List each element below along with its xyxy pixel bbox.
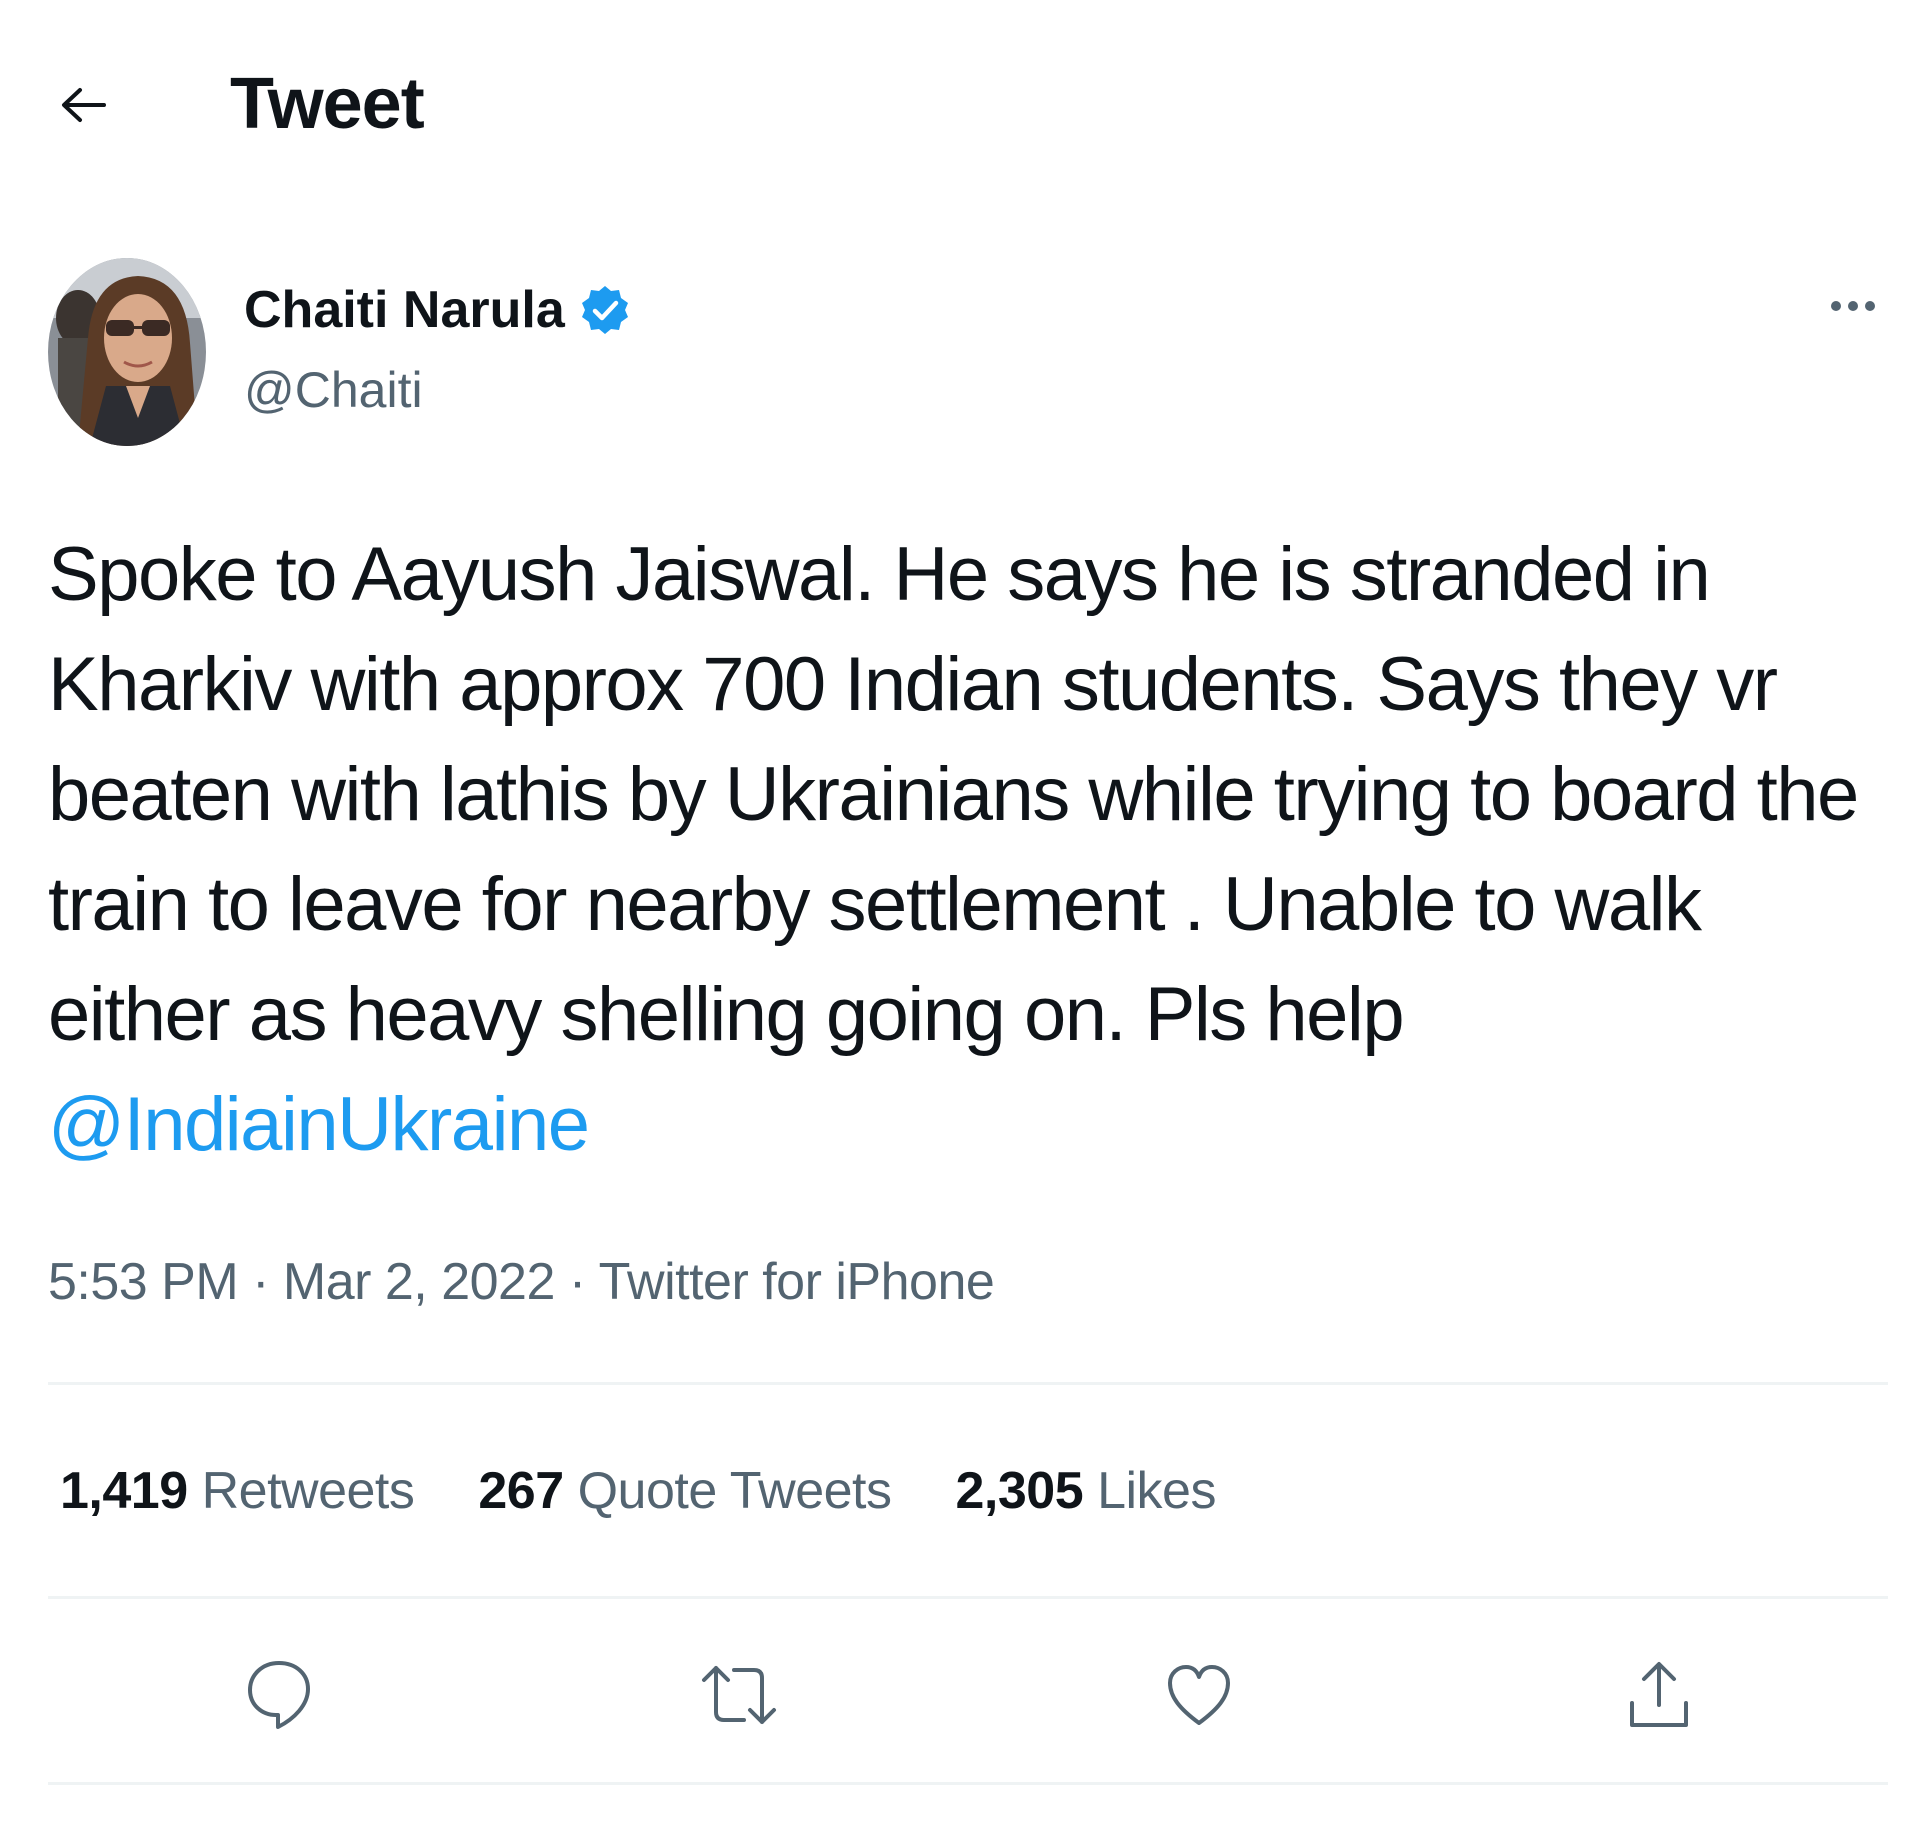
retweets-stat[interactable]: 1,419 Retweets <box>60 1456 415 1526</box>
reply-icon <box>248 1661 310 1729</box>
tweet-date[interactable]: Mar 2, 2022 <box>283 1253 556 1311</box>
likes-label: Likes <box>1097 1462 1216 1520</box>
divider <box>48 1382 1888 1385</box>
author-name-row: Chaiti Narula <box>244 280 631 340</box>
verified-badge-icon <box>581 286 628 334</box>
meta-separator: · <box>238 1253 283 1311</box>
tweet-actions <box>48 1640 1888 1750</box>
retweets-count: 1,419 <box>60 1462 188 1520</box>
tweet-text: Spoke to Aayush Jaiswal. He says he is s… <box>48 520 1868 1180</box>
tweet-time[interactable]: 5:53 PM <box>48 1253 239 1311</box>
quote-tweets-stat[interactable]: 267 Quote Tweets <box>478 1456 892 1526</box>
retweet-button[interactable] <box>684 1640 794 1750</box>
divider <box>48 1596 1888 1599</box>
retweets-label: Retweets <box>201 1462 415 1520</box>
quotes-label: Quote Tweets <box>577 1462 892 1520</box>
arrow-left-icon <box>62 88 106 122</box>
author-handle[interactable]: @Chaiti <box>244 360 423 420</box>
divider <box>48 1782 1888 1785</box>
likes-stat[interactable]: 2,305 Likes <box>955 1456 1216 1526</box>
quotes-count: 267 <box>478 1462 564 1520</box>
back-button[interactable] <box>48 70 118 140</box>
tweet-header: Tweet <box>0 0 1920 200</box>
more-options-button[interactable] <box>1818 286 1888 326</box>
retweet-icon <box>702 1666 776 1724</box>
more-dots-icon <box>1831 301 1875 311</box>
reply-button[interactable] <box>224 1640 334 1750</box>
like-icon <box>1168 1665 1230 1725</box>
display-name[interactable]: Chaiti Narula <box>244 280 565 340</box>
likes-count: 2,305 <box>955 1462 1084 1520</box>
tweet-stats: 1,419 Retweets 267 Quote Tweets 2,305 Li… <box>60 1456 1280 1526</box>
tweet-body: Spoke to Aayush Jaiswal. He says he is s… <box>48 532 1859 1057</box>
tweet-author: Chaiti Narula @Chaiti <box>48 258 1888 448</box>
share-icon <box>1630 1662 1688 1727</box>
tweet-source[interactable]: Twitter for iPhone <box>599 1253 995 1311</box>
page-title: Tweet <box>230 64 425 144</box>
meta-separator: · <box>554 1253 599 1311</box>
tweet-meta: 5:53 PM · Mar 2, 2022 · Twitter for iPho… <box>48 1250 995 1314</box>
share-button[interactable] <box>1604 1640 1714 1750</box>
mention-link[interactable]: @IndiainUkraine <box>48 1082 590 1167</box>
like-button[interactable] <box>1144 1640 1254 1750</box>
avatar[interactable] <box>48 258 206 446</box>
